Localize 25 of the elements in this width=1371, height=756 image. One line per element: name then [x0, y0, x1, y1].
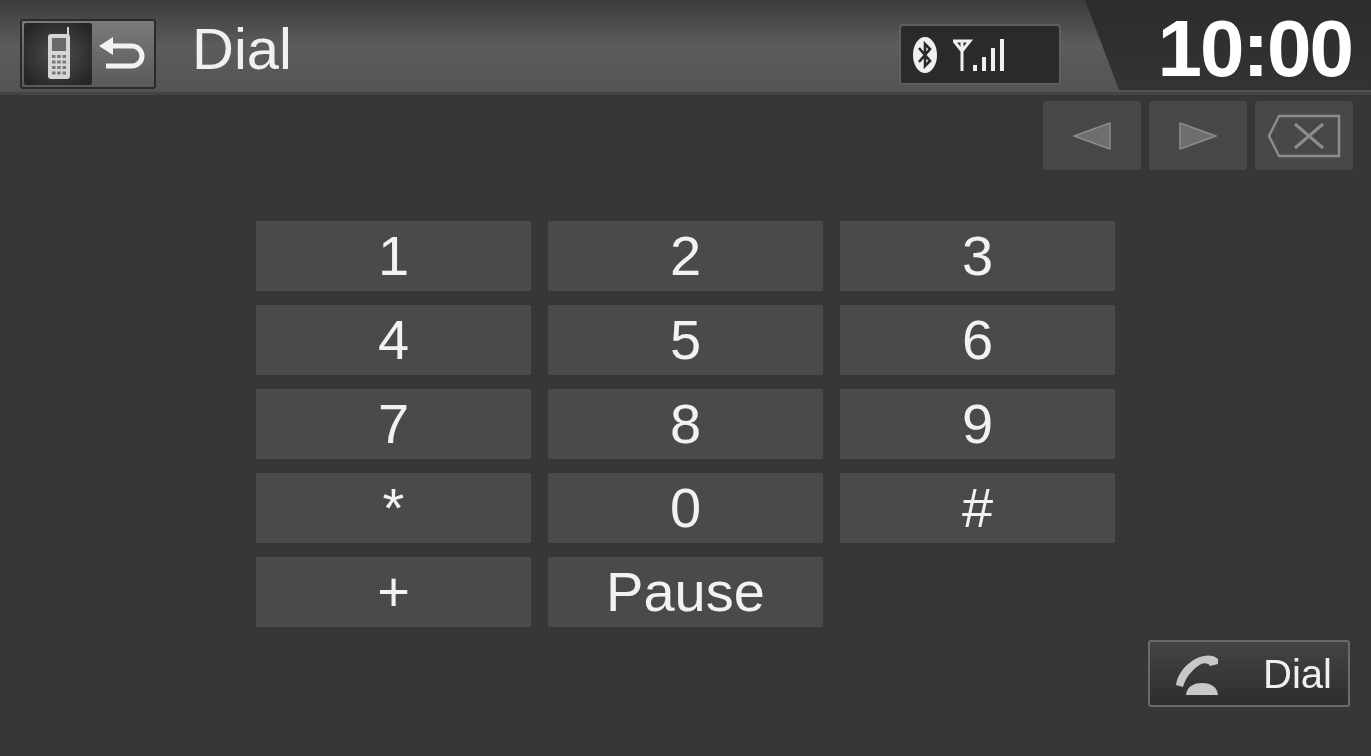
- keypad-key[interactable]: 0: [548, 473, 823, 543]
- keypad-key[interactable]: #: [840, 473, 1115, 543]
- right-triangle-icon: [1179, 121, 1217, 150]
- keypad-key[interactable]: 1: [256, 221, 531, 291]
- keypad-key[interactable]: *: [256, 473, 531, 543]
- signal-strength-icon: [953, 38, 1005, 71]
- clock-time: 10:00: [1157, 9, 1352, 89]
- bluetooth-icon: [913, 36, 937, 73]
- screen-title: Dial: [192, 20, 292, 78]
- phone-icon: [24, 23, 92, 85]
- keypad-key[interactable]: 3: [840, 221, 1115, 291]
- keypad-key[interactable]: 4: [256, 305, 531, 375]
- keypad-key[interactable]: 2: [548, 221, 823, 291]
- dial-button[interactable]: Dial: [1148, 640, 1350, 707]
- left-triangle-icon: [1073, 121, 1111, 150]
- keypad-key[interactable]: Pause: [548, 557, 823, 627]
- keypad-key[interactable]: 7: [256, 389, 531, 459]
- keypad-key[interactable]: 9: [840, 389, 1115, 459]
- keypad-key[interactable]: 6: [840, 305, 1115, 375]
- keypad-key[interactable]: 5: [548, 305, 823, 375]
- back-button[interactable]: [20, 19, 156, 89]
- keypad-key[interactable]: 8: [548, 389, 823, 459]
- back-arrow-icon: [98, 36, 146, 72]
- backspace-icon: [1267, 113, 1341, 158]
- keypad-key[interactable]: +: [256, 557, 531, 627]
